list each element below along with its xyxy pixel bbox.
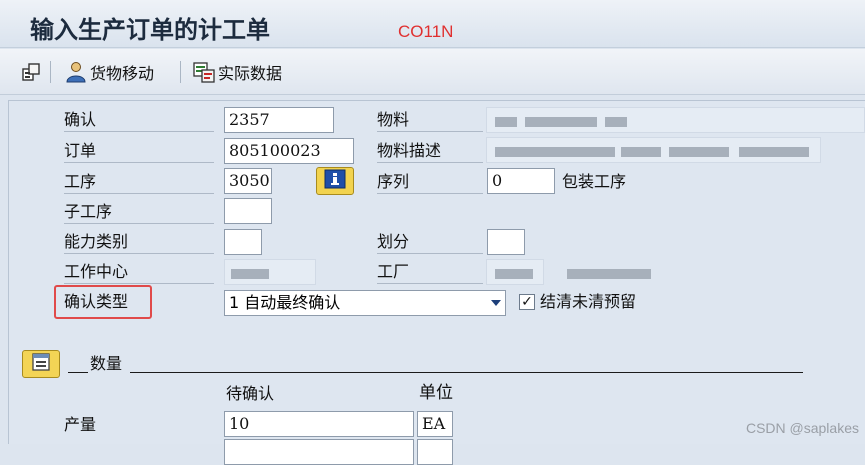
work-center-label: 工作中心	[64, 260, 214, 284]
toolbar-separator	[50, 61, 51, 83]
operation-field[interactable]: 3050	[224, 168, 272, 194]
highlight-box	[54, 285, 152, 319]
dropdown-arrow-icon[interactable]	[491, 300, 501, 306]
unit-header: 单位	[419, 381, 453, 405]
overview-button[interactable]	[20, 61, 42, 83]
quantity-section-title: 数量	[90, 352, 122, 376]
actual-data-icon	[192, 61, 216, 83]
application-toolbar: 货物移动 实际数据	[0, 49, 865, 95]
next-unit-field[interactable]	[417, 439, 453, 465]
capacity-category-field[interactable]	[224, 229, 262, 255]
order-field[interactable]: 805100023	[224, 138, 354, 164]
plant-field	[486, 259, 544, 285]
clear-reservation-checkbox[interactable]: ✓	[519, 294, 535, 310]
section-rule-right	[130, 372, 803, 373]
actual-data-button[interactable]: 实际数据	[192, 61, 282, 83]
material-description-field	[486, 137, 821, 163]
to-confirm-header: 待确认	[226, 382, 274, 406]
sequence-field[interactable]: 0	[487, 168, 555, 194]
yield-label: 产量	[64, 413, 96, 437]
section-rule-left	[68, 372, 88, 373]
actual-data-label: 实际数据	[218, 60, 282, 84]
order-label: 订单	[64, 139, 214, 163]
confirmation-type-select[interactable]: 1 自动最终确认	[224, 290, 506, 316]
person-icon	[64, 61, 88, 83]
page-title: 输入生产订单的计工单	[30, 10, 270, 45]
quantity-section-toggle[interactable]	[22, 350, 60, 378]
packaging-operation-text: 包装工序	[562, 170, 626, 194]
toolbar-separator	[180, 61, 181, 83]
yield-field[interactable]: 10	[224, 411, 414, 437]
next-quantity-field[interactable]	[224, 439, 414, 465]
operation-label: 工序	[64, 170, 214, 194]
confirmation-type-value: 1 自动最终确认	[229, 293, 340, 312]
plant-description	[560, 259, 656, 285]
transaction-code-annotation: CO11N	[398, 22, 453, 42]
sub-operation-label: 子工序	[64, 200, 214, 224]
title-bar: 输入生产订单的计工单 CO11N	[0, 0, 865, 48]
material-label: 物料	[377, 108, 483, 132]
overview-icon	[20, 61, 42, 83]
watermark: CSDN @saplakes	[746, 420, 859, 436]
goods-movement-button[interactable]: 货物移动	[64, 61, 154, 83]
info-icon	[324, 169, 346, 193]
plant-label: 工厂	[377, 260, 483, 284]
clear-reservation-label: 结清未清预留	[540, 290, 636, 314]
section-menu-icon	[30, 352, 52, 376]
capacity-category-label: 能力类别	[64, 230, 214, 254]
confirmation-label: 确认	[64, 108, 214, 132]
material-field	[486, 107, 865, 133]
goods-movement-label: 货物移动	[90, 60, 154, 84]
material-description-label: 物料描述	[377, 139, 483, 163]
split-label: 划分	[377, 230, 483, 254]
operation-info-button[interactable]	[316, 167, 354, 195]
work-center-field	[224, 259, 316, 285]
sub-operation-field[interactable]	[224, 198, 272, 224]
unit-field[interactable]: EA	[417, 411, 453, 437]
split-field[interactable]	[487, 229, 525, 255]
confirmation-field[interactable]: 2357	[224, 107, 334, 133]
sequence-label: 序列	[377, 170, 483, 194]
